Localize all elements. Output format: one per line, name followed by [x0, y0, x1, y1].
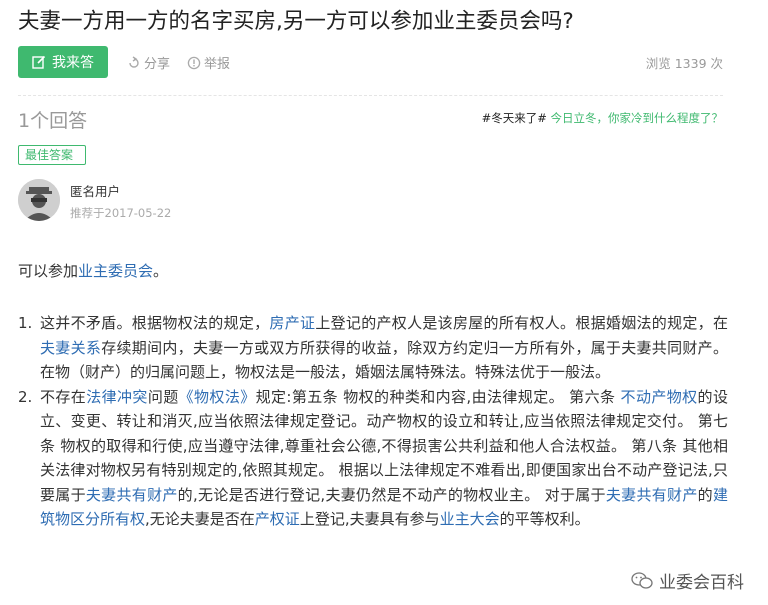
text: 不存在: [40, 387, 87, 406]
answer-intro: 可以参加业主委员会。: [18, 260, 168, 281]
answer-button-label: 我来答: [52, 55, 94, 71]
answer-button[interactable]: 我来答: [18, 46, 108, 78]
intro-text: 可以参加: [18, 262, 79, 280]
share-icon: [129, 55, 139, 68]
list-paragraph: 不存在法律冲突问题《物权法》规定:第五条 物权的种类和内容,由法律规定。 第六条…: [40, 385, 728, 532]
text: ,无论夫妻是否在: [145, 510, 255, 528]
keyword-link[interactable]: 夫妻共有财产: [86, 486, 178, 504]
report-label: 举报: [204, 57, 231, 72]
anonymous-user-icon: [18, 179, 60, 221]
topic-link[interactable]: 今日立冬，你家冷到什么程度了？: [551, 111, 724, 125]
watermark-label: 业委会百科: [659, 573, 744, 593]
list-number: 2.: [18, 387, 33, 406]
list-item: 1. 这并不矛盾。根据物权法的规定，房产证上登记的产权人是该房屋的所有权人。根据…: [18, 311, 728, 385]
topic-promo[interactable]: #冬天来了# 今日立冬，你家冷到什么程度了？: [482, 110, 723, 126]
keyword-link[interactable]: 夫妻共有财产: [606, 486, 698, 504]
text: 规定:第五条 物权的种类和内容,由法律规定。 第六条: [255, 387, 621, 406]
list-number: 1.: [18, 314, 33, 332]
text: 的,无论是否进行登记,夫妻仍然是不动产的物权业主。 对于属于: [177, 485, 606, 504]
list-item: 2. 不存在法律冲突问题《物权法》规定:第五条 物权的种类和内容,由法律规定。 …: [18, 385, 728, 532]
answer-list: 1. 这并不矛盾。根据物权法的规定，房产证上登记的产权人是该房屋的所有权人。根据…: [18, 311, 728, 532]
intro-link[interactable]: 业主委员会: [78, 262, 153, 280]
share-button[interactable]: 分享: [127, 53, 170, 72]
text: 上登记,夫妻具有参与: [299, 510, 440, 528]
keyword-link[interactable]: 法律冲突: [86, 388, 148, 406]
question-title: 夫妻一方用一方的名字买房,另一方可以参加业主委员会吗?: [18, 9, 574, 34]
view-count: 浏览 1339 次: [645, 56, 723, 71]
keyword-link[interactable]: 产权证: [255, 510, 300, 528]
text: 上登记的产权人是该房屋的所有权人。根据婚姻法的规定，在: [315, 314, 728, 332]
keyword-link[interactable]: 夫妻关系: [40, 339, 101, 357]
wechat-icon: [631, 571, 653, 589]
best-answer-badge: 最佳答案: [18, 145, 87, 165]
answer-date: 推荐于2017-05-22: [70, 206, 172, 220]
text: 这并不矛盾。根据物权法的规定，: [40, 314, 270, 332]
keyword-link[interactable]: 房产证: [269, 314, 315, 332]
divider: [18, 95, 723, 96]
avatar: [18, 179, 60, 221]
edit-icon: [32, 55, 46, 69]
topic-tag[interactable]: #冬天来了#: [482, 111, 547, 125]
intro-end: 。: [153, 262, 169, 280]
watermark: 业委会百科: [631, 568, 744, 593]
keyword-link[interactable]: 《物权法》: [179, 388, 256, 406]
text: 的平等权利。: [499, 510, 590, 528]
share-label: 分享: [144, 57, 171, 72]
keyword-link[interactable]: 不动产物权: [621, 388, 698, 406]
report-button[interactable]: 举报: [187, 53, 230, 72]
list-paragraph: 这并不矛盾。根据物权法的规定，房产证上登记的产权人是该房屋的所有权人。根据婚姻法…: [40, 311, 728, 385]
text: 问题: [147, 387, 179, 406]
text: 存续期间内，夫妻一方或双方所获得的收益，除双方约定归一方所有外，属于夫妻共同财产…: [40, 338, 728, 382]
text: 的: [697, 485, 713, 504]
answer-count: 1个回答: [18, 110, 88, 132]
keyword-link[interactable]: 业主大会: [440, 510, 500, 528]
username[interactable]: 匿名用户: [70, 181, 120, 200]
report-icon: [187, 56, 201, 69]
